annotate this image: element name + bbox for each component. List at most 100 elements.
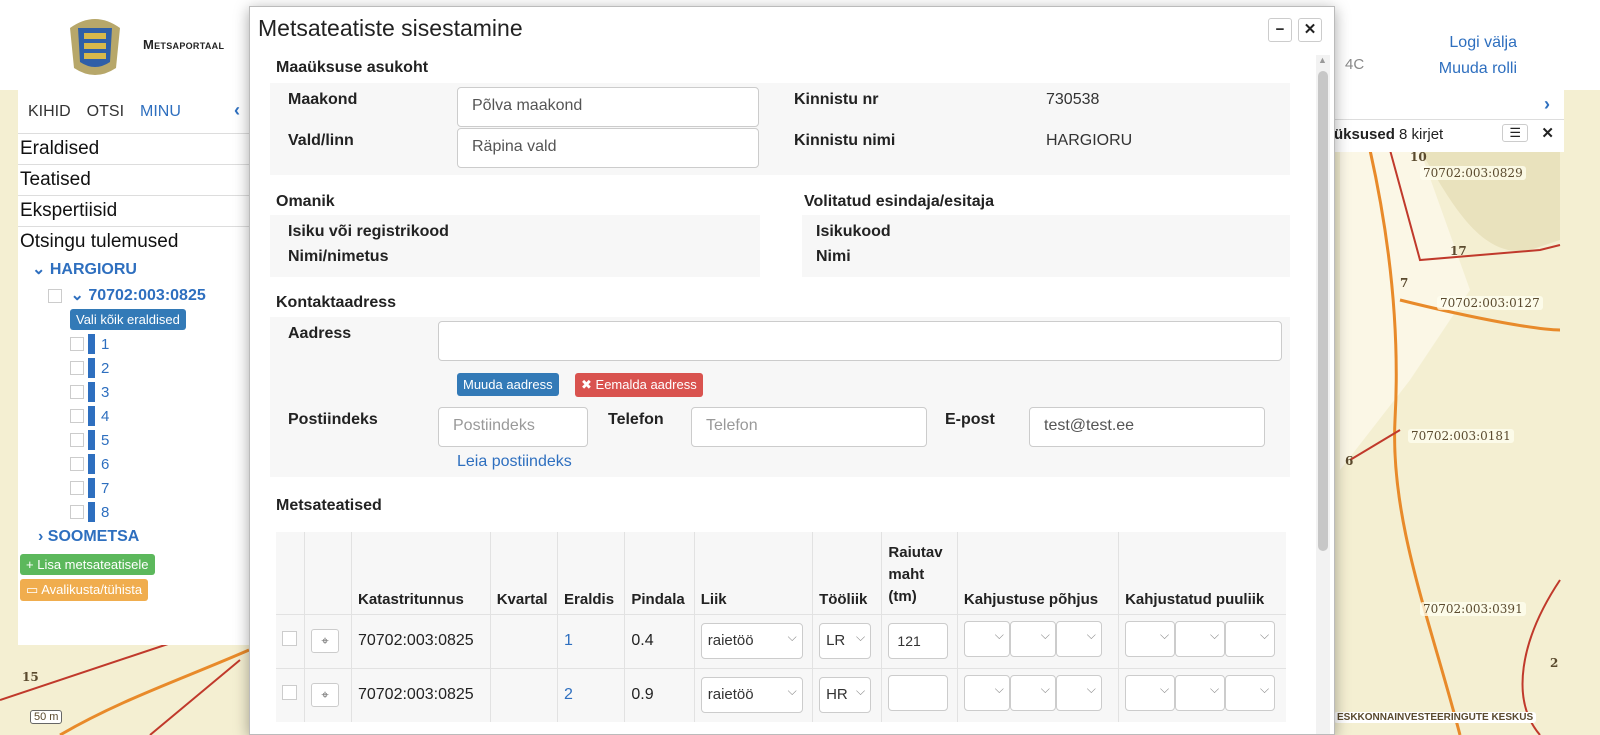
tab-mine[interactable]: MINU	[140, 103, 181, 121]
municipality-field[interactable]: Räpina vald	[457, 128, 759, 168]
damage-cause-select[interactable]	[963, 674, 1010, 711]
address-field[interactable]	[438, 321, 1282, 361]
cell-type: raietöö	[694, 613, 814, 668]
list-item[interactable]: 3	[70, 380, 254, 404]
remove-address-button[interactable]: ✖ Eemalda aadress	[575, 373, 703, 397]
cell-plot[interactable]: 1	[557, 613, 626, 668]
postal-code-input[interactable]: Postiindeks	[438, 407, 588, 447]
close-icon[interactable]: ✕	[1541, 124, 1554, 142]
county-label: Maakond	[288, 91, 358, 108]
change-address-button[interactable]: Muuda aadress	[457, 373, 559, 396]
sidebar-item-eraldised[interactable]: Eraldised	[18, 134, 254, 165]
volume-input[interactable]: 121	[888, 623, 949, 659]
list-view-icon[interactable]: ☰	[1502, 124, 1528, 142]
select-all-plots-button[interactable]: Vali kõik eraldised	[70, 309, 186, 330]
damaged-species-select[interactable]	[1175, 674, 1226, 711]
plot-checkbox[interactable]	[70, 409, 84, 423]
scroll-up-icon[interactable]: ▲	[1318, 55, 1327, 65]
parcel-checkbox[interactable]	[48, 288, 62, 303]
sidebar-tabs: KIHID OTSI MINU	[18, 90, 254, 134]
map-parcel-label: 70702:003:0391	[1420, 602, 1526, 616]
damage-cause-select[interactable]	[1009, 620, 1056, 657]
change-role-link[interactable]: Muuda rolli	[1439, 56, 1517, 82]
map-plot-number: 2	[1550, 656, 1559, 670]
publish-toggle-button[interactable]: ▭ Avalikusta/tühista	[20, 579, 149, 601]
scrollbar-thumb[interactable]	[1318, 71, 1328, 551]
right-panel: › üksused 8 kirjet ☰ ✕	[1334, 90, 1564, 152]
plot-checkbox[interactable]	[70, 481, 84, 495]
type-select[interactable]: raietöö	[700, 677, 803, 713]
tab-search[interactable]: OTSI	[87, 103, 124, 121]
minimize-button[interactable]: −	[1268, 18, 1292, 42]
collapse-sidebar-icon[interactable]: ‹	[234, 100, 240, 121]
results-title: üksused	[1334, 126, 1395, 143]
damaged-species-select[interactable]	[1125, 674, 1176, 711]
cell-cadastre: 70702:003:0825	[351, 613, 491, 668]
tree-node-soometsa[interactable]: › SOOMETSA	[18, 524, 254, 546]
plot-checkbox[interactable]	[70, 337, 84, 351]
zoom-to-plot-icon[interactable]: ⌖	[311, 683, 340, 707]
row-checkbox[interactable]	[282, 631, 297, 646]
list-item[interactable]: 7	[70, 476, 254, 500]
add-to-notice-button[interactable]: + Lisa metsateatisele	[20, 554, 155, 575]
map-plot-number: 10	[1410, 150, 1427, 164]
tree-node-hargioru[interactable]: ⌄ HARGIORU	[18, 257, 254, 279]
list-item[interactable]: 6	[70, 452, 254, 476]
cell-quarter	[490, 667, 559, 722]
damage-cause-select[interactable]	[1055, 674, 1102, 711]
header-fragment-text: 4C	[1345, 56, 1365, 73]
damage-cause-select[interactable]	[1009, 674, 1056, 711]
list-item[interactable]: 1	[70, 332, 254, 356]
logout-link[interactable]: Logi välja	[1439, 30, 1517, 56]
volume-input[interactable]	[888, 674, 949, 711]
button-label: Avalikusta/tühista	[41, 582, 143, 597]
plot-checkbox[interactable]	[70, 505, 84, 519]
sidebar-item-teatised[interactable]: Teatised	[18, 165, 254, 196]
damaged-species-select[interactable]	[1225, 620, 1276, 657]
damaged-species-select[interactable]	[1125, 620, 1176, 657]
type-select[interactable]: raietöö	[700, 623, 803, 659]
results-count: 8 kirjet	[1399, 126, 1444, 143]
sidebar-item-otsingu-tulemused[interactable]: Otsingu tulemused	[18, 227, 254, 257]
plot-checkbox[interactable]	[70, 457, 84, 471]
damage-cause-select[interactable]	[1055, 620, 1102, 657]
county-field[interactable]: Põlva maakond	[457, 87, 759, 127]
damaged-species-select[interactable]	[1175, 620, 1226, 657]
row-checkbox[interactable]	[282, 685, 297, 700]
find-postal-code-link[interactable]: Leia postiindeks	[457, 453, 572, 471]
property-name-value: HARGIORU	[1046, 132, 1133, 149]
cell-damaged-species	[1118, 667, 1286, 722]
plot-checkbox[interactable]	[70, 385, 84, 399]
list-item[interactable]: 2	[70, 356, 254, 380]
chevron-right-icon[interactable]: ›	[1544, 94, 1550, 115]
email-field[interactable]: test@test.ee	[1029, 407, 1265, 447]
cell-plot[interactable]: 2	[557, 667, 626, 722]
work-type-select[interactable]: HR	[819, 677, 872, 713]
section-title-owner: Omanik	[276, 193, 335, 210]
col-work: Tööliik	[812, 532, 883, 614]
property-no-value: 730538	[1046, 91, 1100, 108]
damage-cause-select[interactable]	[963, 620, 1010, 657]
close-button[interactable]: ✕	[1298, 18, 1322, 42]
cell-select	[276, 613, 306, 668]
cell-damaged-species	[1118, 613, 1286, 668]
dialog-scrollbar[interactable]: ▲	[1316, 55, 1330, 734]
work-type-select[interactable]: LR	[819, 623, 872, 659]
owner-id-label: Isiku või registrikood	[288, 223, 449, 240]
tree-node-parcel[interactable]: ⌄ 70702:003:0825	[18, 279, 254, 305]
cell-work: HR	[812, 667, 883, 722]
list-item[interactable]: 5	[70, 428, 254, 452]
sidebar-item-ekspertiisid[interactable]: Ekspertiisid	[18, 196, 254, 227]
list-item[interactable]: 4	[70, 404, 254, 428]
col-quarter: Kvartal	[490, 532, 559, 614]
plot-checkbox[interactable]	[70, 361, 84, 375]
tab-layers[interactable]: KIHID	[28, 103, 71, 121]
zoom-to-plot-icon[interactable]: ⌖	[311, 629, 340, 653]
damaged-species-select[interactable]	[1225, 674, 1276, 711]
right-panel-header: ›	[1334, 90, 1564, 120]
phone-input[interactable]: Telefon	[691, 407, 927, 447]
cell-action: ⌖	[304, 667, 352, 722]
plot-checkbox[interactable]	[70, 433, 84, 447]
list-item[interactable]: 8	[70, 500, 254, 524]
map-parcel-label: 70702:003:0829	[1420, 166, 1526, 180]
